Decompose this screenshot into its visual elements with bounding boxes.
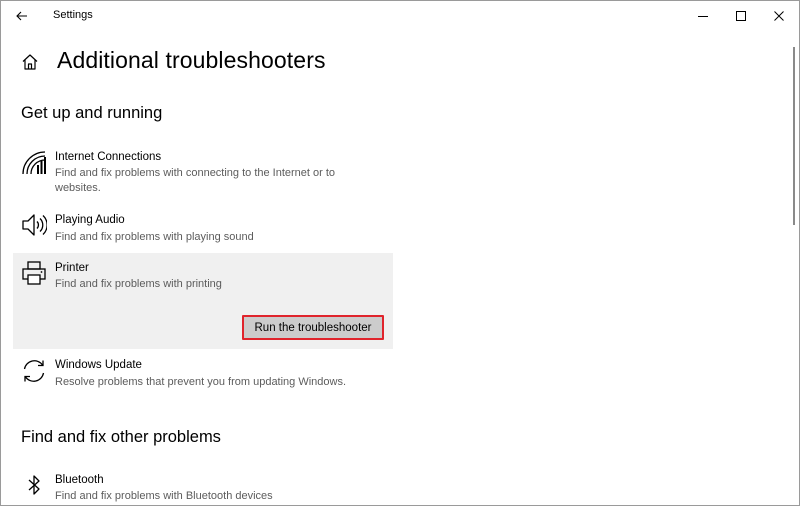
minimize-icon [698, 16, 708, 17]
item-description: Find and fix problems with playing sound [55, 231, 254, 243]
item-title: Windows Update [55, 359, 142, 371]
maximize-button[interactable] [722, 1, 760, 31]
section-heading-find-and-fix-other-problems: Find and fix other problems [21, 428, 221, 446]
settings-window: Settings Additional troubleshooters Get … [0, 0, 800, 506]
bluetooth-icon [28, 475, 40, 495]
printer-icon [22, 261, 46, 285]
item-title: Bluetooth [55, 474, 104, 486]
close-button[interactable] [760, 1, 798, 31]
close-icon [774, 11, 784, 21]
back-arrow-icon [16, 11, 27, 21]
troubleshooter-internet-connections[interactable]: Internet Connections Find and fix proble… [13, 143, 393, 201]
item-title: Playing Audio [55, 214, 125, 226]
back-button[interactable] [7, 3, 37, 29]
page-title: Additional troubleshooters [57, 47, 326, 73]
sync-icon [23, 360, 45, 382]
item-description: Resolve problems that prevent you from u… [55, 376, 347, 388]
scrollbar[interactable] [790, 45, 796, 225]
item-title: Internet Connections [55, 151, 162, 163]
home-icon[interactable] [21, 53, 39, 71]
minimize-button[interactable] [684, 1, 722, 31]
troubleshooter-bluetooth[interactable]: Bluetooth Find and fix problems with Blu… [13, 467, 393, 505]
window-title: Settings [53, 9, 93, 21]
title-bar: Settings [1, 1, 799, 31]
section-heading-get-up-and-running: Get up and running [21, 104, 163, 122]
item-description: Find and fix problems with connecting to… [55, 167, 336, 194]
troubleshooter-playing-audio[interactable]: Playing Audio Find and fix problems with… [13, 207, 393, 249]
maximize-icon [736, 11, 746, 21]
wifi-signal-icon [22, 151, 46, 175]
item-description: Find and fix problems with printing [55, 278, 222, 290]
item-title: Printer [55, 262, 89, 274]
scrollbar-thumb[interactable] [793, 47, 795, 225]
speaker-icon [22, 214, 47, 236]
run-troubleshooter-button[interactable]: Run the troubleshooter [242, 315, 384, 340]
item-description: Find and fix problems with Bluetooth dev… [55, 490, 273, 502]
troubleshooter-windows-update[interactable]: Windows Update Resolve problems that pre… [13, 353, 393, 395]
